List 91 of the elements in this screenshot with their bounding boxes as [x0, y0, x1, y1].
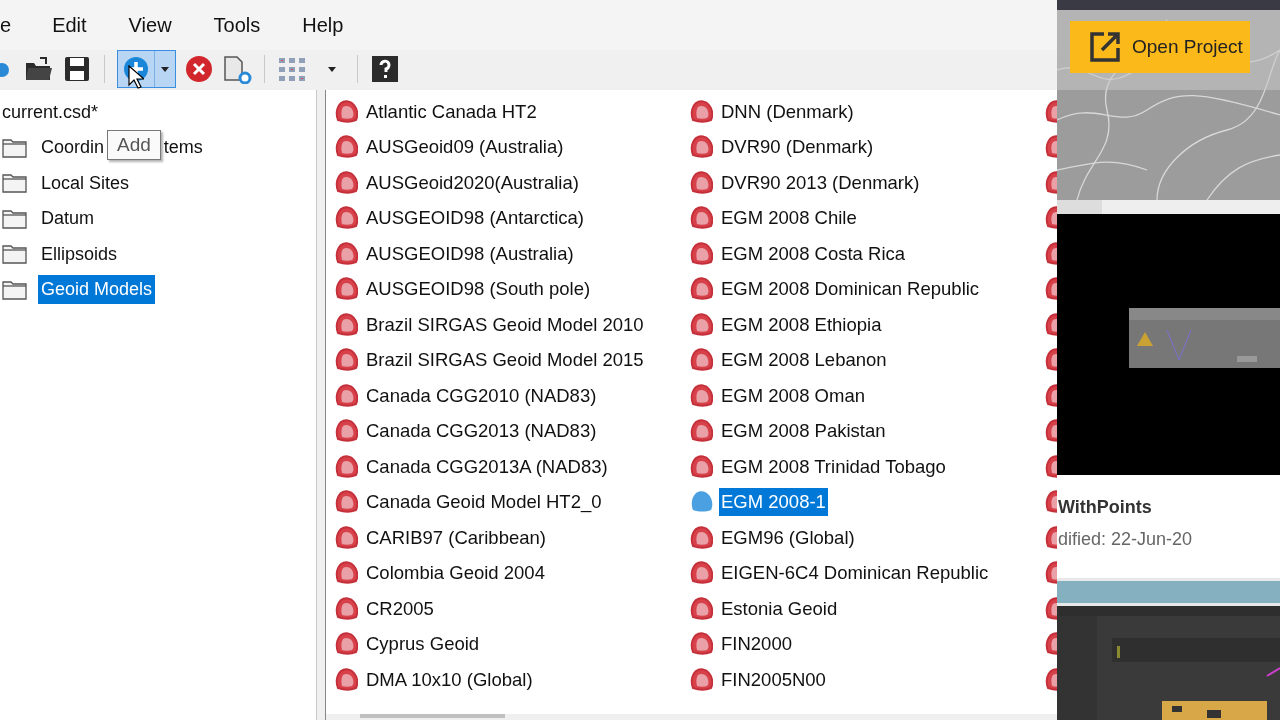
- delete-icon[interactable]: [184, 54, 214, 84]
- tree-item[interactable]: Local Sites: [38, 168, 133, 198]
- list-item[interactable]: EGM96 (Global): [719, 523, 857, 552]
- help-icon[interactable]: [370, 54, 400, 84]
- list-item[interactable]: EGM 2008-1: [719, 488, 828, 517]
- menu-item[interactable]: View: [107, 13, 193, 37]
- list-item[interactable]: EGM 2008 Costa Rica: [719, 239, 908, 268]
- geoid-icon: [334, 135, 358, 160]
- list-item[interactable]: Brazil SIRGAS Geoid Model 2010: [364, 310, 646, 339]
- cursor-icon: [128, 65, 144, 89]
- geoid-icon: [334, 419, 358, 444]
- geoid-icon: [689, 454, 713, 479]
- list-item[interactable]: EGM 2008 Pakistan: [719, 417, 888, 446]
- list-item[interactable]: Canada CGG2013A (NAD83): [364, 452, 610, 481]
- list-item[interactable]: Brazil SIRGAS Geoid Model 2015: [364, 346, 646, 375]
- geoid-icon: [334, 561, 358, 586]
- geoid-icon: [334, 383, 358, 408]
- geoid-icon: [334, 277, 358, 302]
- caret-icon: [160, 65, 170, 73]
- menu-item[interactable]: Help: [281, 13, 365, 37]
- geoid-icon: [689, 170, 713, 195]
- geoid-icon: [689, 312, 713, 337]
- tree-item[interactable]: Ellipsoids: [38, 239, 121, 269]
- geoid-icon: [689, 135, 713, 160]
- menu-item[interactable]: Tools: [192, 13, 282, 37]
- list-item[interactable]: EGM 2008 Dominican Republic: [719, 275, 982, 304]
- geoid-icon: [689, 241, 713, 266]
- list-item[interactable]: EGM 2008 Ethiopia: [719, 310, 884, 339]
- geoid-icon: [334, 454, 358, 479]
- list-item[interactable]: AUSGEOID98 (South pole): [364, 275, 593, 304]
- geoid-icon: [334, 241, 358, 266]
- geoid-icon: [334, 312, 358, 337]
- list-item[interactable]: EIGEN-6C4 Dominican Republic: [719, 559, 991, 588]
- list-item[interactable]: Colombia Geoid 2004: [364, 559, 547, 588]
- geoid-icon: [689, 206, 713, 231]
- geoid-icon: [689, 667, 713, 692]
- list-item[interactable]: EGM 2008 Chile: [719, 204, 859, 233]
- geoid-icon: [334, 170, 358, 195]
- tree-item[interactable]: Geoid Models: [38, 275, 156, 305]
- list-item[interactable]: Atlantic Canada HT2: [364, 97, 539, 126]
- geoid-icon: [334, 490, 358, 515]
- list-item[interactable]: Cyprus Geoid: [364, 630, 482, 659]
- list-item[interactable]: DVR90 (Denmark): [719, 133, 876, 162]
- list-item[interactable]: AUSGeoid2020(Australia): [364, 168, 581, 197]
- list-item[interactable]: CR2005: [364, 594, 436, 623]
- geoid-icon: [689, 596, 713, 621]
- geoid-icon: [689, 561, 713, 586]
- geoid-icon: [334, 525, 358, 550]
- tooltip: Add: [107, 129, 161, 160]
- menu-item[interactable]: Edit: [31, 13, 108, 37]
- add-button[interactable]: [117, 50, 176, 88]
- list-item[interactable]: Estonia Geoid: [719, 594, 840, 623]
- geoid-icon: [334, 667, 358, 692]
- list-item[interactable]: AUSGeoid09 (Australia): [364, 133, 566, 162]
- list-item[interactable]: FIN2005N00: [719, 665, 828, 694]
- list-item[interactable]: AUSGEOID98 (Australia): [364, 239, 576, 268]
- list-item[interactable]: EGM 2008 Oman: [719, 381, 867, 410]
- geoid-icon: [334, 99, 358, 124]
- tree-item[interactable]: tems: [160, 133, 206, 163]
- geoid-icon: [689, 632, 713, 657]
- list-item[interactable]: AUSGEOID98 (Antarctica): [364, 204, 586, 233]
- list-item[interactable]: Canada CGG2013 (NAD83): [364, 417, 599, 446]
- project-title: WithPoints: [1058, 497, 1153, 518]
- geoid-icon: [689, 348, 713, 373]
- geoid-icon: [689, 419, 713, 444]
- list-item[interactable]: DVR90 2013 (Denmark): [719, 168, 922, 197]
- tree-item[interactable]: Coordin: [38, 133, 108, 163]
- list-item[interactable]: EGM 2008 Trinidad Tobago: [719, 452, 948, 481]
- menu-item[interactable]: e: [0, 13, 32, 37]
- geoid-icon: [334, 596, 358, 621]
- geoid-icon: [689, 99, 713, 124]
- geoid-icon: [334, 206, 358, 231]
- caret-icon[interactable]: [327, 65, 337, 73]
- tree-item[interactable]: Datum: [38, 204, 97, 234]
- list-item[interactable]: Canada CGG2010 (NAD83): [364, 381, 599, 410]
- geoid-icon: [689, 277, 713, 302]
- geoid-icon: [334, 348, 358, 373]
- document-icon[interactable]: [222, 54, 252, 84]
- modified-date: dified: 22-Jun-20: [1058, 529, 1194, 550]
- geoid-icon: [689, 383, 713, 408]
- list-item[interactable]: DMA 10x10 (Global): [364, 665, 535, 694]
- tree-item[interactable]: current.csd*: [0, 94, 316, 130]
- list-item[interactable]: EGM 2008 Lebanon: [719, 346, 889, 375]
- list-item[interactable]: Canada Geoid Model HT2_0: [364, 488, 604, 517]
- list-item[interactable]: FIN2000: [719, 630, 794, 659]
- list-item[interactable]: CARIB97 (Caribbean): [364, 523, 548, 552]
- save-icon[interactable]: [62, 54, 92, 84]
- scrollbar-thumb[interactable]: [360, 714, 505, 718]
- geoid-icon: [689, 525, 713, 550]
- geoid-icon: [334, 632, 358, 657]
- list-item[interactable]: DNN (Denmark): [719, 97, 856, 126]
